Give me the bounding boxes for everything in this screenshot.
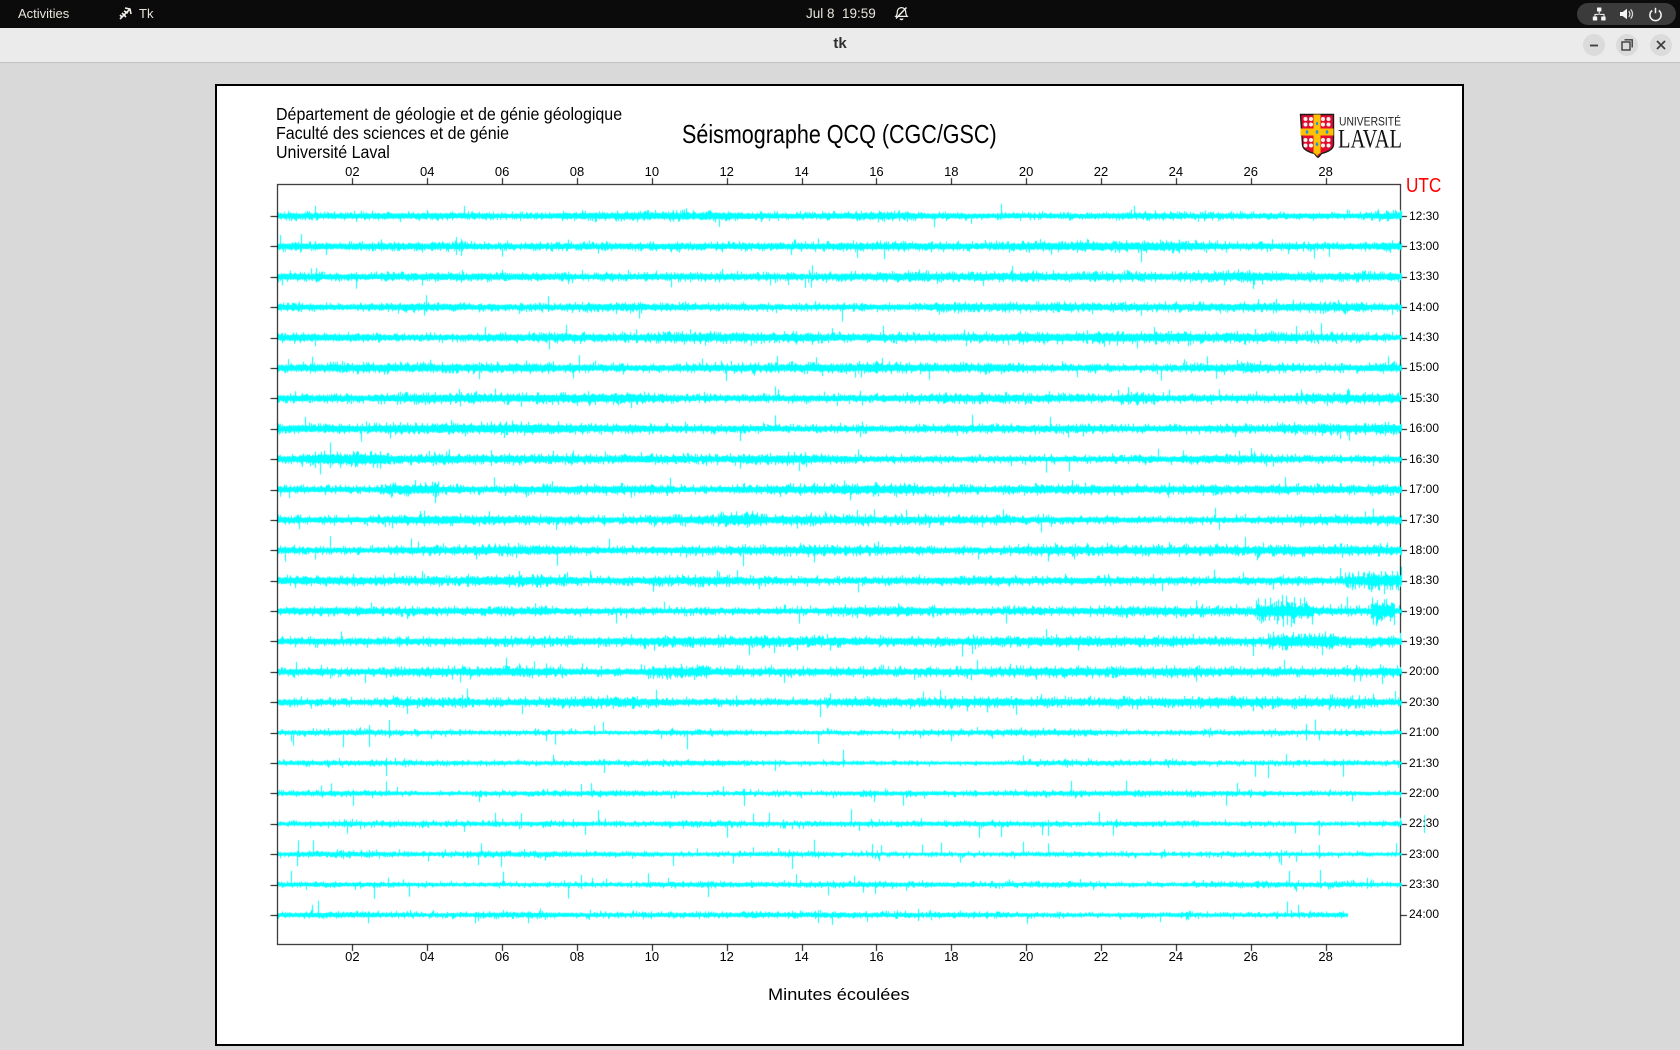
svg-text:LAVAL: LAVAL — [1338, 123, 1402, 153]
